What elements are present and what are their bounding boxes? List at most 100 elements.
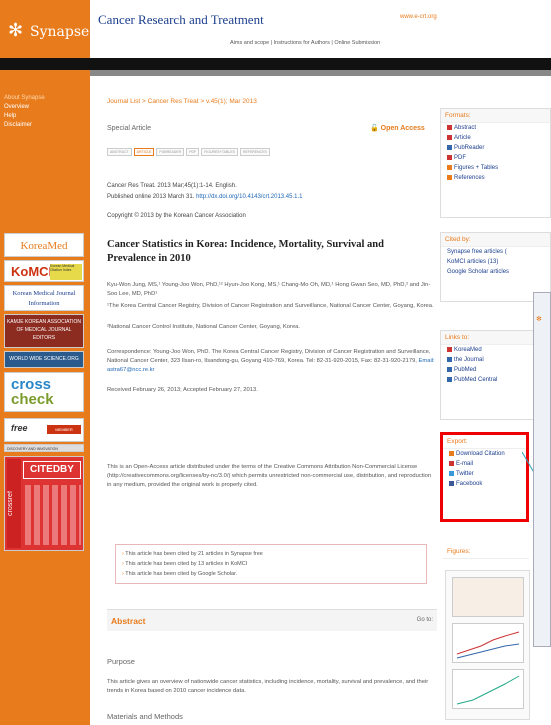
kmci-badge[interactable]: KoMCI Korean Medical Citation Index	[4, 260, 84, 282]
open-access-icon: 🔓	[370, 125, 379, 132]
correspondence: Correspondence: Young-Joo Won, PhD. The …	[107, 348, 437, 375]
discovery-badge[interactable]: DISCOVERY AND INNOVATION	[4, 444, 84, 452]
author-list[interactable]: Kyu-Won Jung, MS,¹ Young-Joo Won, PhD,¹²…	[107, 281, 437, 299]
tab-article[interactable]: ARTICLE	[133, 148, 155, 156]
formats-heading: Formats:	[441, 109, 550, 123]
bullet-icon: ›	[122, 551, 124, 557]
header-divider	[0, 58, 551, 70]
format-pdf[interactable]: PDF	[441, 153, 550, 163]
article-title: Cancer Statistics in Korea: Incidence, M…	[107, 239, 384, 264]
line-chart-thumb-icon	[456, 675, 520, 705]
format-figures-tables[interactable]: Figures + Tables	[441, 163, 550, 173]
link-journal-label: the Journal	[454, 357, 484, 363]
citedby-synapse[interactable]: Synapse free articles (	[441, 247, 550, 257]
format-article[interactable]: Article	[441, 133, 550, 143]
sidebar-item-help[interactable]: Help	[4, 112, 45, 121]
purpose-text: This article gives an overview of nation…	[107, 679, 429, 694]
sidebar-item-overview[interactable]: Overview	[4, 103, 45, 112]
purpose-heading: Purpose	[107, 657, 135, 666]
figure-thumb-2[interactable]	[452, 623, 524, 663]
citedby-graphic	[25, 485, 81, 545]
correspondence-text: Correspondence: Young-Joo Won, PhD. The …	[107, 349, 431, 364]
formats-panel: Formats: Abstract Article PubReader PDF …	[440, 108, 551, 218]
format-references[interactable]: References	[441, 173, 550, 183]
affiliation-2: ²National Cancer Control Institute, Nati…	[107, 324, 301, 330]
published-date: Published online 2013 March 31.	[107, 194, 195, 200]
cited-line-kmci[interactable]: › This article has been cited by 13 arti…	[122, 559, 420, 569]
goto-link[interactable]: Go to:	[417, 617, 433, 623]
format-references-label: References	[454, 175, 485, 181]
export-highlight-box	[440, 432, 529, 522]
cited-line-google-text: This article has been cited by Google Sc…	[125, 571, 238, 577]
site-header: ✻ Synapse Cancer Research and Treatment …	[0, 0, 551, 58]
popup-icon: ✻	[536, 316, 542, 323]
tab-abstract[interactable]: ABSTRACT	[107, 148, 132, 156]
tab-pubreader[interactable]: PUBREADER	[156, 148, 185, 156]
link-koreamed-label: KoreaMed	[454, 347, 482, 353]
figure-thumb-1[interactable]	[452, 577, 524, 617]
koreamed-icon	[447, 346, 452, 352]
format-abstract-label: Abstract	[454, 125, 477, 131]
format-abstract[interactable]: Abstract	[441, 123, 550, 133]
crosscheck-text-1: cross	[11, 376, 52, 393]
journal-icon	[447, 356, 452, 362]
free-member-badge[interactable]: free MEMBER	[4, 418, 84, 442]
citedby-heading: Cited by:	[441, 233, 550, 247]
synapse-logo[interactable]: ✻ Synapse	[0, 0, 90, 58]
figures-thumbnails	[445, 570, 530, 720]
crossref-citedby-badge[interactable]: crossref CITEDBY	[4, 456, 84, 551]
bullet-icon: ›	[122, 561, 124, 567]
format-article-label: Article	[454, 135, 471, 141]
cited-line-google[interactable]: › This article has been cited by Google …	[122, 569, 420, 579]
kamje-badge[interactable]: KAMJE KOREAN ASSOCIATION OF MEDICAL JOUR…	[4, 314, 84, 348]
journal-title[interactable]: Cancer Research and Treatment	[98, 12, 264, 28]
sidebar-item-about[interactable]: About Synapse	[4, 94, 45, 103]
brand-name: Synapse	[30, 24, 90, 40]
abstract-icon	[447, 124, 452, 130]
citation-popup-window[interactable]: ✻	[533, 292, 551, 647]
figures-heading: Figures:	[443, 545, 529, 559]
cited-line-synapse-text: This article has been cited by 21 articl…	[125, 551, 263, 557]
tab-references[interactable]: REFERENCES	[239, 148, 270, 156]
crosscheck-text-2: check	[11, 391, 54, 408]
format-pubreader[interactable]: PubReader	[441, 143, 550, 153]
copyright-line: Copyright © 2013 by the Korean Cancer As…	[107, 213, 246, 219]
published-line: Published online 2013 March 31. http://d…	[107, 194, 303, 200]
open-access-label: Open Access	[380, 125, 425, 132]
open-access-badge: 🔓 Open Access	[370, 124, 425, 132]
left-sidebar: About Synapse Overview Help Disclaimer K…	[0, 70, 90, 725]
journal-url[interactable]: www.e-crt.org	[400, 14, 437, 20]
citedby-google[interactable]: Google Scholar articles	[441, 267, 550, 277]
pmc-icon	[447, 376, 452, 382]
citedby-label: CITEDBY	[23, 461, 81, 479]
abstract-heading: Abstract	[111, 616, 146, 626]
breadcrumb[interactable]: Journal List > Cancer Res Treat > v.45(1…	[107, 98, 257, 105]
header-links[interactable]: Aims and scope | Instructions for Author…	[230, 40, 380, 46]
kmci-subtitle: Korean Medical Citation Index	[50, 264, 82, 280]
citedby-kmci[interactable]: KoMCI articles (13)	[441, 257, 550, 267]
crosscheck-badge[interactable]: cross check	[4, 372, 84, 412]
cited-by-box: › This article has been cited by 21 arti…	[115, 544, 427, 584]
article-tabs: ABSTRACT ARTICLE PUBREADER PDF FIGURES+T…	[107, 148, 270, 156]
cited-line-synapse[interactable]: › This article has been cited by 21 arti…	[122, 549, 420, 559]
header-subbar	[90, 70, 551, 76]
format-pdf-label: PDF	[454, 155, 466, 161]
worldwidescience-badge[interactable]: WORLD WIDE SCIENCE.ORG	[4, 351, 84, 368]
citation-line: Cancer Res Treat. 2013 Mar;45(1):1-14. E…	[107, 183, 237, 189]
koreamed-badge[interactable]: KoreaMed	[4, 233, 84, 257]
article-icon	[447, 134, 452, 140]
bullet-icon: ›	[122, 571, 124, 577]
sidebar-item-disclaimer[interactable]: Disclaimer	[4, 121, 45, 130]
synapse-star-icon: ✻	[8, 20, 24, 40]
received-dates: Received February 26, 2013; Accepted Feb…	[107, 387, 258, 393]
license-text: This is an Open-Access article distribut…	[107, 464, 432, 488]
abstract-section-bar: Abstract Go to:	[107, 609, 437, 631]
doi-link[interactable]: http://dx.doi.org/10.4143/crt.2013.45.1.…	[196, 194, 302, 200]
figure-thumb-3[interactable]	[452, 669, 524, 709]
kmji-badge[interactable]: Korean Medical Journal Information	[4, 285, 84, 311]
references-icon	[447, 174, 452, 180]
tab-pdf[interactable]: PDF	[186, 148, 200, 156]
free-logo: free	[11, 423, 28, 433]
sidebar-nav: About Synapse Overview Help Disclaimer	[4, 94, 45, 130]
tab-figures-tables[interactable]: FIGURES+TABLES	[201, 148, 238, 156]
